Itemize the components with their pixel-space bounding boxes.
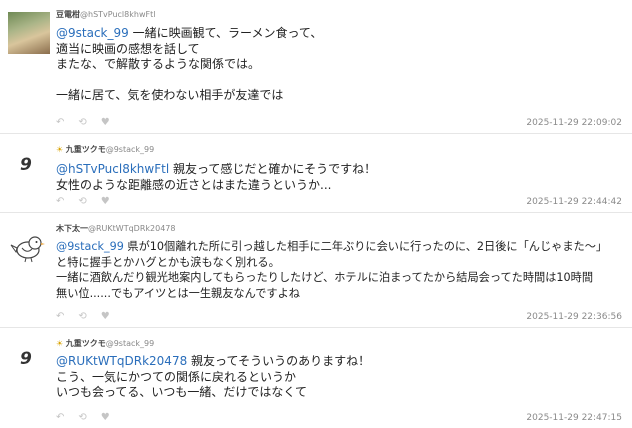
reply-icon[interactable]: ↶ [56, 412, 64, 423]
avatar[interactable]: 9 [8, 341, 50, 383]
post-header: ☀ 九重ツクモ@9stack_99 [56, 338, 154, 349]
reply-icon[interactable]: ↶ [56, 196, 64, 207]
avatar[interactable] [8, 12, 50, 54]
post: 9 ☀ 九重ツクモ@9stack_99 @hSTvPucl8khwFtl 親友っ… [0, 135, 632, 213]
post-header: 木下太一@RUKtWTqDRk20478 [56, 223, 175, 234]
retweet-icon[interactable]: ⟲ [78, 117, 86, 128]
nine-logo-icon: 9 [20, 349, 32, 369]
reply-icon[interactable]: ↶ [56, 311, 64, 322]
like-icon[interactable]: ♥ [101, 311, 110, 322]
author-name[interactable]: 木下太一 [56, 224, 88, 233]
retweet-icon[interactable]: ⟲ [78, 196, 86, 207]
avatar[interactable]: 9 [8, 147, 50, 189]
retweet-icon[interactable]: ⟲ [78, 412, 86, 423]
post-actions: ↶ ⟲ ♥ [56, 311, 110, 322]
sun-icon: ☀ [56, 339, 64, 348]
post: 9 ☀ 九重ツクモ@9stack_99 @RUKtWTqDRk20478 親友っ… [0, 329, 632, 428]
mention-link[interactable]: @9stack_99 [56, 240, 124, 253]
mention-link[interactable]: @9stack_99 [56, 26, 129, 40]
author-name[interactable]: 九重ツクモ [66, 339, 106, 348]
post-actions: ↶ ⟲ ♥ [56, 412, 110, 423]
reply-icon[interactable]: ↶ [56, 117, 64, 128]
bird-avatar-icon [10, 236, 45, 263]
cat-photo-avatar-icon [8, 12, 50, 54]
post-actions: ↶ ⟲ ♥ [56, 117, 110, 128]
post-actions: ↶ ⟲ ♥ [56, 196, 110, 207]
timestamp[interactable]: 2025-11-29 22:44:42 [526, 197, 622, 207]
author-handle[interactable]: @RUKtWTqDRk20478 [88, 224, 175, 233]
timestamp[interactable]: 2025-11-29 22:47:15 [526, 413, 622, 423]
avatar[interactable] [8, 226, 50, 268]
nine-logo-icon: 9 [20, 155, 32, 175]
post-body: @hSTvPucl8khwFtl 親友って感じだと確かにそうですね！ 女性のよう… [56, 162, 377, 192]
post-body: @9stack_99 県が10個離れた所に引っ越した相手に二年ぶりに会いに行った… [56, 240, 608, 300]
author-name[interactable]: 九重ツクモ [66, 145, 106, 154]
mention-link[interactable]: @RUKtWTqDRk20478 [56, 354, 187, 368]
author-handle[interactable]: @9stack_99 [106, 339, 155, 348]
timestamp[interactable]: 2025-11-29 22:09:02 [526, 118, 622, 128]
like-icon[interactable]: ♥ [101, 117, 110, 128]
like-icon[interactable]: ♥ [101, 412, 110, 423]
post: 豆電柑@hSTvPucl8khwFtl @9stack_99 一緒に映画観て、ラ… [0, 0, 632, 134]
timestamp[interactable]: 2025-11-29 22:36:56 [526, 312, 622, 322]
post: 木下太一@RUKtWTqDRk20478 @9stack_99 県が10個離れた… [0, 214, 632, 328]
author-handle[interactable]: @hSTvPucl8khwFtl [80, 10, 155, 19]
reply-feed: 豆電柑@hSTvPucl8khwFtl @9stack_99 一緒に映画観て、ラ… [0, 0, 632, 428]
post-body: @RUKtWTqDRk20478 親友ってそういうのありますね！ こう、一気にか… [56, 354, 371, 399]
author-handle[interactable]: @9stack_99 [106, 145, 155, 154]
post-header: 豆電柑@hSTvPucl8khwFtl [56, 9, 155, 20]
author-name[interactable]: 豆電柑 [56, 10, 80, 19]
retweet-icon[interactable]: ⟲ [78, 311, 86, 322]
like-icon[interactable]: ♥ [101, 196, 110, 207]
post-header: ☀ 九重ツクモ@9stack_99 [56, 144, 154, 155]
post-body: @9stack_99 一緒に映画観て、ラーメン食って、 適当に映画の感想を話して… [56, 26, 323, 102]
mention-link[interactable]: @hSTvPucl8khwFtl [56, 162, 169, 176]
sun-icon: ☀ [56, 145, 64, 154]
